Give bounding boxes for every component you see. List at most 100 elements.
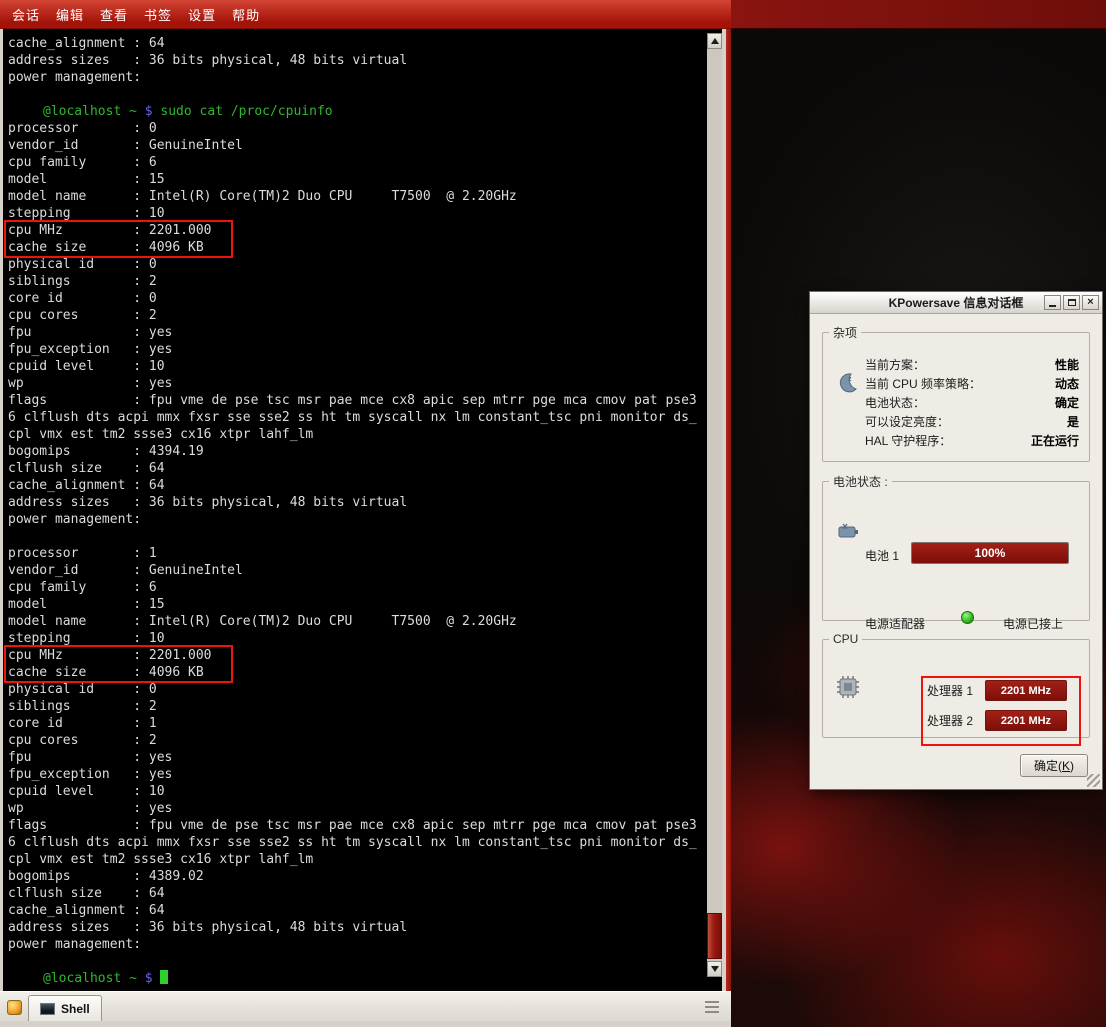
terminal-line: cpu family : 6: [8, 579, 707, 596]
info-value: 确定: [1055, 394, 1079, 411]
terminal-line: clflush size : 64: [8, 885, 707, 902]
konsole-window: 会话编辑查看书签设置帮助 cache_alignment : 64address…: [0, 0, 731, 1027]
cpu-groupbox-legend: CPU: [829, 632, 862, 646]
battery-icon: [837, 520, 861, 545]
terminal-line: fpu : yes: [8, 749, 707, 766]
menu-item[interactable]: 会话: [10, 3, 42, 26]
cpu-frequency-bar: 2201 MHz: [985, 710, 1067, 731]
info-row: 当前 CPU 频率策略：动态: [865, 374, 1079, 393]
info-label: HAL 守护程序：: [865, 432, 951, 449]
tab-shell[interactable]: Shell: [28, 995, 102, 1021]
resize-grip[interactable]: [1087, 774, 1100, 787]
terminal-line: stepping : 10: [8, 630, 707, 647]
menu-item[interactable]: 编辑: [54, 3, 86, 26]
terminal-output: cache_alignment : 64address sizes : 36 b…: [3, 29, 707, 991]
battery-progress-fill: 100%: [912, 543, 1068, 563]
info-value: 是: [1067, 413, 1079, 430]
info-row: 可以设定亮度： 是: [865, 412, 1079, 431]
terminal-line: processor : 1: [8, 545, 707, 562]
scroll-up-button[interactable]: [707, 33, 722, 49]
terminal-line: core id : 0: [8, 290, 707, 307]
terminal-line: flags : fpu vme de pse tsc msr pae mce c…: [8, 392, 707, 409]
terminal-line: fpu_exception : yes: [8, 341, 707, 358]
cpu-label: 处理器 1: [927, 682, 979, 699]
arrow-up-icon: [711, 38, 719, 44]
terminal-line: address sizes : 36 bits physical, 48 bit…: [8, 919, 707, 936]
terminal-line: fpu_exception : yes: [8, 766, 707, 783]
terminal-cursor: [160, 970, 168, 984]
terminal-line: physical id : 0: [8, 256, 707, 273]
session-list-button[interactable]: [701, 996, 723, 1018]
battery-label: 电池 1: [865, 547, 899, 564]
scroll-down-button[interactable]: [707, 961, 722, 977]
dialog-titlebar[interactable]: KPowersave 信息对话框 ×: [810, 292, 1102, 314]
processor-chip-icon: [835, 674, 861, 703]
svg-text:z: z: [848, 376, 852, 383]
menu-item[interactable]: 书签: [142, 3, 174, 26]
terminal-prompt-line: @localhost ~ $: [8, 970, 707, 987]
close-button[interactable]: ×: [1082, 295, 1099, 310]
info-label: 当前方案：: [865, 356, 925, 373]
terminal-line: model name : Intel(R) Core(TM)2 Duo CPU …: [8, 613, 707, 630]
terminal-line: cpu MHz : 2201.000: [8, 647, 707, 664]
new-session-icon: [7, 1000, 22, 1015]
info-row: HAL 守护程序：正在运行: [865, 431, 1079, 450]
terminal-line: cache_alignment : 64: [8, 477, 707, 494]
terminal-line: wp : yes: [8, 800, 707, 817]
maximize-button[interactable]: [1063, 295, 1080, 310]
cpu-row: 处理器 22201 MHz: [927, 710, 1067, 731]
terminal-line: clflush size : 64: [8, 460, 707, 477]
terminal-line: siblings : 2: [8, 698, 707, 715]
dialog-title: KPowersave 信息对话框: [889, 294, 1024, 311]
misc-rows: 当前方案：性能当前 CPU 频率策略：动态电池状态：确定可以设定亮度：是HAL …: [865, 355, 1079, 450]
terminal-line: vendor_id : GenuineIntel: [8, 137, 707, 154]
cpu-rows: 处理器 12201 MHz处理器 22201 MHz: [927, 680, 1067, 731]
scrollbar-thumb[interactable]: [707, 913, 722, 959]
info-label: 可以设定亮度：: [865, 413, 949, 430]
terminal-line: power management:: [8, 69, 707, 86]
terminal-viewport[interactable]: cache_alignment : 64address sizes : 36 b…: [3, 29, 722, 991]
terminal-command: sudo cat /proc/cpuinfo: [153, 104, 333, 119]
terminal-line: vendor_id : GenuineIntel: [8, 562, 707, 579]
desktop-background: KPowersave 信息对话框 × 杂项 z 当前方案：: [731, 0, 1106, 1027]
terminal-line: cpl vmx est tm2 ssse3 cx16 xtpr lahf_lm: [8, 426, 707, 443]
terminal-line: [8, 953, 707, 970]
terminal-line: cpu cores : 2: [8, 732, 707, 749]
new-session-button[interactable]: [3, 996, 25, 1018]
terminal-line: fpu : yes: [8, 324, 707, 341]
terminal-line: address sizes : 36 bits physical, 48 bit…: [8, 494, 707, 511]
sleep-moon-icon: z: [835, 371, 859, 398]
terminal-scrollbar[interactable]: [707, 33, 722, 977]
terminal-line: processor : 0: [8, 120, 707, 137]
menu-item[interactable]: 帮助: [230, 3, 262, 26]
minimize-button[interactable]: [1044, 295, 1061, 310]
terminal-line: cpu cores : 2: [8, 307, 707, 324]
info-value: 动态: [1055, 375, 1079, 392]
tab-shell-label: Shell: [61, 1002, 90, 1016]
terminal-line: cpu family : 6: [8, 154, 707, 171]
battery-percent: 100%: [975, 546, 1006, 560]
cpu-frequency-value: 2201 MHz: [1001, 685, 1051, 697]
battery-groupbox-legend: 电池状态 :: [829, 473, 892, 490]
terminal-line: 6 clflush dts acpi mmx fxsr sse sse2 ss …: [8, 834, 707, 851]
dialog-body: 杂项 z 当前方案：性能当前 CPU 频率策略：动态电池状态：确定可以设定亮度：…: [810, 314, 1102, 789]
terminal-line: bogomips : 4394.19: [8, 443, 707, 460]
terminal-line: cache size : 4096 KB: [8, 239, 707, 256]
terminal-prompt-line: @localhost ~ $ sudo cat /proc/cpuinfo: [8, 103, 707, 120]
misc-groupbox: 杂项 z 当前方案：性能当前 CPU 频率策略：动态电池状态：确定可以设定亮度：…: [822, 324, 1090, 462]
redacted-username: [8, 970, 43, 982]
cpu-groupbox: CPU 处理器 12201 MHz处理器 22201 MHz: [822, 632, 1090, 738]
battery-progressbar: 100%: [911, 542, 1069, 564]
terminal-line: wp : yes: [8, 375, 707, 392]
terminal-line: flags : fpu vme de pse tsc msr pae mce c…: [8, 817, 707, 834]
green-led-icon: [961, 611, 974, 624]
menu-item[interactable]: 设置: [186, 3, 218, 26]
window-buttons: ×: [1044, 295, 1099, 310]
terminal-line: [8, 528, 707, 545]
terminal-line: model : 15: [8, 171, 707, 188]
menu-item[interactable]: 查看: [98, 3, 130, 26]
info-label: 电池状态：: [865, 394, 925, 411]
ok-button[interactable]: 确定(K): [1020, 754, 1088, 777]
battery-groupbox: 电池状态 : 电池 1 100% 电源适配器: [822, 473, 1090, 621]
session-list-icon: [705, 1001, 719, 1013]
